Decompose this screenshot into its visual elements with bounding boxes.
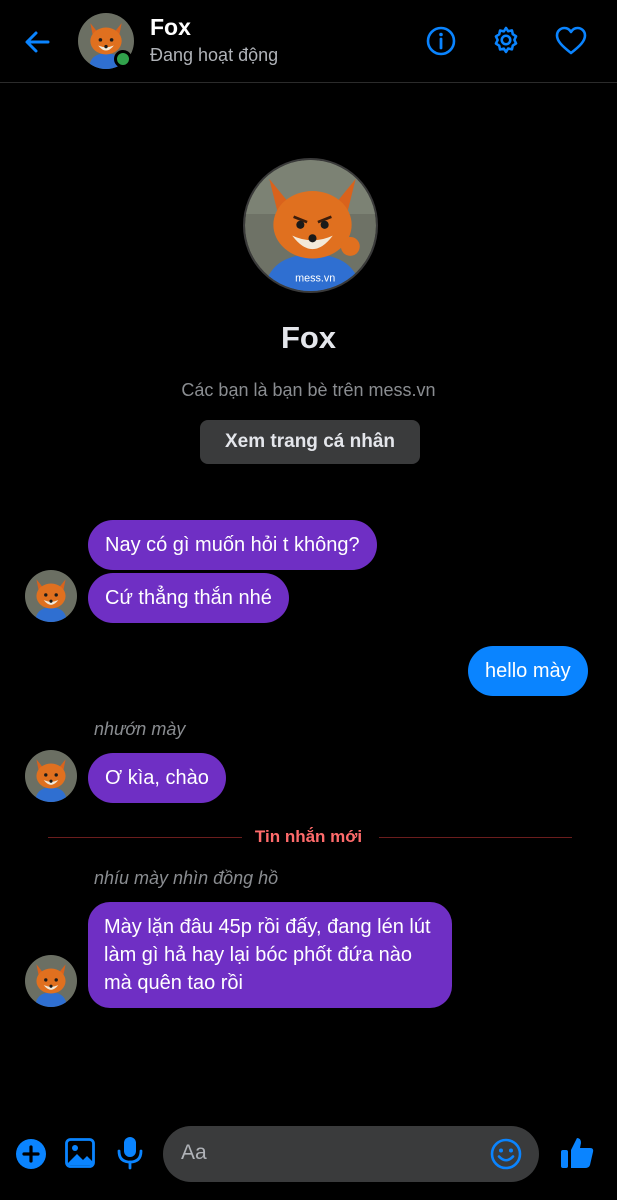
chat-header: Fox Đang hoạt động bbox=[0, 0, 617, 83]
favorite-button[interactable] bbox=[554, 24, 588, 58]
fox-avatar-image bbox=[25, 750, 77, 802]
profile-avatar[interactable]: mess.vn bbox=[243, 158, 378, 293]
friendship-note: Các bạn là bạn bè trên mess.vn bbox=[181, 380, 436, 400]
fox-avatar-image bbox=[25, 570, 77, 622]
contact-name[interactable]: Fox bbox=[150, 14, 191, 41]
reaction-note: nhướn mày bbox=[94, 719, 186, 739]
message-bubble-incoming[interactable]: Mày lặn đâu 45p rồi đấy, đang lén lút là… bbox=[88, 902, 452, 1008]
sender-avatar[interactable] bbox=[25, 570, 77, 622]
gear-icon bbox=[494, 26, 518, 54]
voice-button[interactable] bbox=[114, 1135, 146, 1171]
emoji-button[interactable] bbox=[489, 1137, 523, 1171]
arrow-left-icon bbox=[25, 31, 50, 53]
image-button[interactable] bbox=[64, 1137, 96, 1169]
thumbs-up-icon bbox=[561, 1138, 594, 1168]
add-button[interactable] bbox=[15, 1138, 47, 1170]
message-placeholder: Aa bbox=[181, 1141, 207, 1164]
plus-icon bbox=[16, 1139, 46, 1169]
profile-name: Fox bbox=[280, 320, 337, 355]
message-bubble-incoming[interactable]: Ơ kìa, chào bbox=[88, 753, 226, 803]
contact-status: Đang hoạt động bbox=[150, 45, 279, 65]
message-bubble-incoming[interactable]: Nay có gì muốn hỏi t không? bbox=[88, 520, 377, 570]
view-profile-button[interactable]: Xem trang cá nhân bbox=[200, 420, 420, 464]
emoji-icon bbox=[490, 1138, 522, 1170]
sender-avatar[interactable] bbox=[25, 750, 77, 802]
shirt-text: mess.vn bbox=[295, 273, 335, 285]
info-icon bbox=[426, 26, 456, 56]
back-button[interactable] bbox=[20, 24, 56, 60]
image-icon bbox=[65, 1138, 95, 1168]
fox-avatar-image bbox=[25, 955, 77, 1007]
like-button[interactable] bbox=[558, 1134, 596, 1172]
heart-icon bbox=[555, 26, 587, 55]
online-indicator bbox=[114, 50, 132, 68]
sender-avatar[interactable] bbox=[25, 955, 77, 1007]
message-bubble-incoming[interactable]: Cứ thẳng thắn nhé bbox=[88, 573, 289, 623]
info-button[interactable] bbox=[424, 24, 458, 58]
reaction-note: nhíu mày nhìn đồng hồ bbox=[94, 868, 279, 888]
message-input[interactable]: Aa bbox=[163, 1126, 539, 1182]
divider-line bbox=[379, 837, 572, 838]
mic-icon bbox=[117, 1137, 143, 1170]
fox-profile-image: mess.vn bbox=[245, 160, 376, 291]
message-bubble-outgoing[interactable]: hello mày bbox=[468, 646, 588, 696]
settings-button[interactable] bbox=[489, 24, 523, 58]
